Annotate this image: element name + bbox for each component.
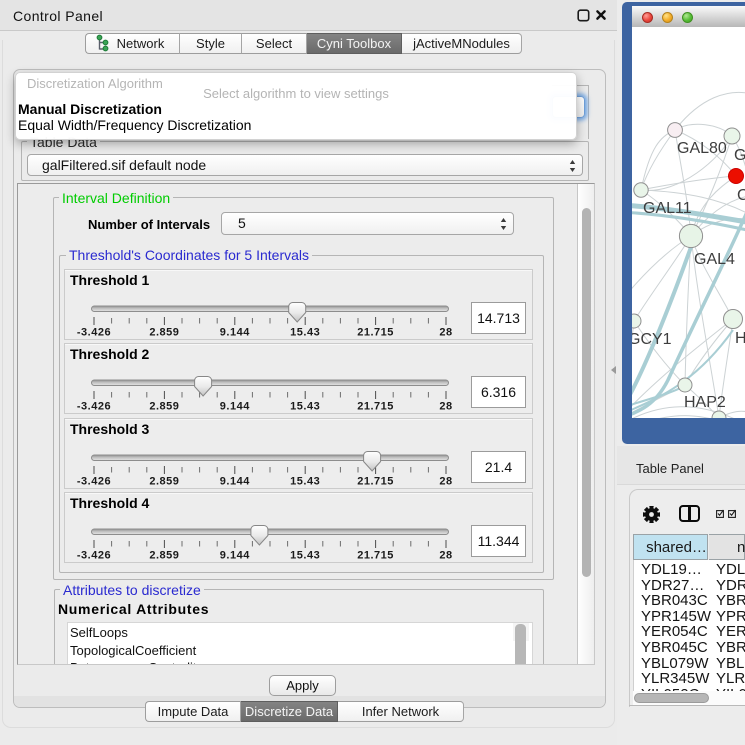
svg-text:GCY1: GCY1: [632, 331, 672, 348]
svg-text:GA: GA: [734, 147, 745, 164]
svg-text:C: C: [737, 187, 745, 204]
svg-text:2.859: 2.859: [149, 550, 179, 562]
svg-text:GAL80: GAL80: [677, 140, 727, 157]
svg-text:-3.426: -3.426: [77, 476, 111, 488]
svg-text:21.715: 21.715: [357, 401, 394, 413]
svg-text:2.859: 2.859: [149, 327, 179, 339]
svg-text:2.859: 2.859: [149, 476, 179, 488]
svg-text:28: 28: [439, 550, 452, 562]
svg-text:9.144: 9.144: [220, 327, 250, 339]
svg-text:9.144: 9.144: [220, 476, 250, 488]
svg-text:GAL11: GAL11: [643, 200, 692, 217]
svg-text:GAL4: GAL4: [694, 251, 735, 268]
svg-text:21.715: 21.715: [357, 476, 394, 488]
svg-text:28: 28: [439, 327, 452, 339]
svg-text:HAP2: HAP2: [684, 394, 726, 411]
svg-text:-3.426: -3.426: [77, 550, 111, 562]
svg-text:-3.426: -3.426: [77, 401, 111, 413]
svg-text:-3.426: -3.426: [77, 327, 111, 339]
svg-text:H: H: [735, 330, 745, 347]
svg-text:28: 28: [439, 476, 452, 488]
svg-text:28: 28: [439, 401, 452, 413]
svg-text:2.859: 2.859: [149, 401, 179, 413]
svg-text:15.43: 15.43: [290, 401, 320, 413]
svg-text:15.43: 15.43: [290, 327, 320, 339]
svg-text:15.43: 15.43: [290, 476, 320, 488]
svg-text:15.43: 15.43: [290, 550, 320, 562]
svg-text:21.715: 21.715: [357, 550, 394, 562]
svg-text:9.144: 9.144: [220, 550, 250, 562]
svg-text:21.715: 21.715: [357, 327, 394, 339]
svg-text:9.144: 9.144: [220, 401, 250, 413]
